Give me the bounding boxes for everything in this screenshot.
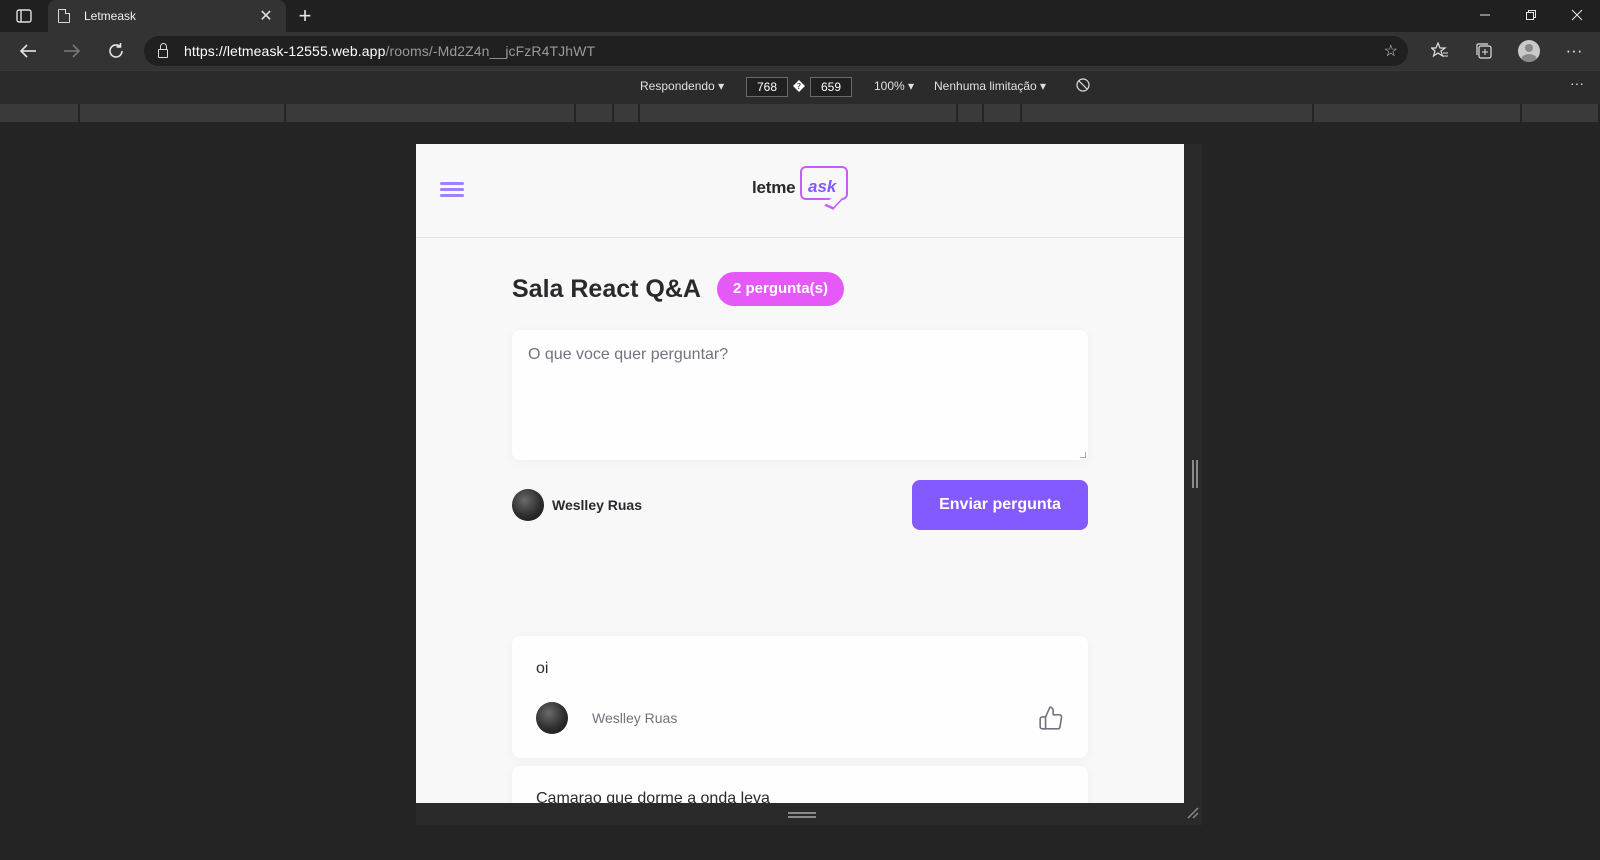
url-path: /rooms/-Md2Z4n__jcFzR4TJhWT <box>385 43 596 59</box>
question-text: Camarao que dorme a onda leva <box>536 790 770 803</box>
send-question-button[interactable]: Enviar pergunta <box>912 480 1088 530</box>
question-textarea[interactable]: O que voce quer perguntar? <box>512 330 1088 460</box>
collections-icon[interactable] <box>1468 36 1500 66</box>
device-select[interactable]: Respondendo ▾ <box>640 79 724 93</box>
like-icon[interactable] <box>1038 705 1064 731</box>
zoom-select[interactable]: 100% ▾ <box>874 79 914 93</box>
throttling-label: Nenhuma limitação <box>934 79 1037 93</box>
room-main: Sala React Q&A 2 pergunta(s) O que voce … <box>512 272 1088 530</box>
browser-toolbar: https://letmeask-12555.web.app/rooms/-Md… <box>0 32 1600 70</box>
media-query-bar <box>0 104 1600 122</box>
question-card: oi Weslley Ruas <box>512 636 1088 758</box>
profile-avatar[interactable] <box>1513 36 1545 66</box>
author-name: Weslley Ruas <box>592 710 678 726</box>
question-footer: Weslley Ruas <box>536 702 1064 734</box>
more-options-icon[interactable]: ··· <box>1558 36 1590 66</box>
url-host: https://letmeask-12555.web.app <box>184 43 386 59</box>
user-name: Weslley Ruas <box>552 497 643 513</box>
logo-text-letme: letme <box>752 178 796 197</box>
favorites-icon[interactable] <box>1424 36 1456 66</box>
user-info: Weslley Ruas <box>512 489 642 521</box>
question-count-badge: 2 pergunta(s) <box>716 272 844 306</box>
viewport-width-input[interactable] <box>746 77 788 97</box>
question-card: Camarao que dorme a onda leva <box>512 766 1088 803</box>
add-favorite-icon[interactable]: ☆ <box>1384 41 1398 61</box>
form-footer: Weslley Ruas Enviar pergunta <box>512 480 1088 530</box>
close-window-button[interactable] <box>1554 0 1600 30</box>
svg-text:?: ? <box>797 82 801 91</box>
question-text: oi <box>536 660 549 677</box>
close-tab-icon[interactable]: ✕ <box>256 6 276 26</box>
browser-titlebar: Letmeask ✕ + <box>0 0 1600 32</box>
width-resize-handle[interactable] <box>1192 460 1198 488</box>
corner-resize-handle[interactable] <box>1186 806 1200 820</box>
room-title: Sala React Q&A <box>512 274 701 303</box>
device-label: Respondendo <box>640 79 715 93</box>
back-button[interactable] <box>12 36 44 66</box>
room-title-row: Sala React Q&A 2 pergunta(s) <box>512 272 1088 306</box>
new-tab-button[interactable]: + <box>294 4 316 28</box>
forward-button[interactable] <box>56 36 88 66</box>
emulated-viewport: letme ask Sala React Q&A 2 pergunta(s) O… <box>416 144 1184 803</box>
tab-actions-icon[interactable] <box>10 6 38 26</box>
menu-icon[interactable] <box>440 182 464 200</box>
letmeask-logo: letme ask <box>752 166 852 214</box>
dimension-swap-icon[interactable]: ? <box>793 80 805 92</box>
question-textarea-placeholder: O que voce quer perguntar? <box>528 346 729 363</box>
tab-title: Letmeask <box>84 9 137 23</box>
minimize-button[interactable] <box>1462 0 1508 30</box>
restore-button[interactable] <box>1508 0 1554 30</box>
height-resize-handle[interactable] <box>788 812 816 818</box>
refresh-button[interactable] <box>100 36 132 66</box>
app-header: letme ask <box>416 144 1184 238</box>
zoom-label: 100% <box>874 79 905 93</box>
lock-icon <box>158 42 168 58</box>
browser-tab[interactable]: Letmeask ✕ <box>48 0 286 32</box>
question-list: oi Weslley Ruas Camarao que dorme a onda… <box>512 636 1088 803</box>
textarea-resize-grip[interactable] <box>1080 452 1086 458</box>
author-avatar <box>536 702 568 734</box>
question-author: Weslley Ruas <box>536 702 677 734</box>
viewport-height-input[interactable] <box>810 77 852 97</box>
page-icon <box>58 9 70 23</box>
devtools-more-icon[interactable]: ··· <box>1570 75 1584 91</box>
user-avatar <box>512 489 544 521</box>
logo-text-ask: ask <box>808 177 837 196</box>
address-bar[interactable]: https://letmeask-12555.web.app/rooms/-Md… <box>144 36 1408 66</box>
rotate-icon[interactable] <box>1075 77 1091 96</box>
throttling-select[interactable]: Nenhuma limitação ▾ <box>934 79 1046 93</box>
